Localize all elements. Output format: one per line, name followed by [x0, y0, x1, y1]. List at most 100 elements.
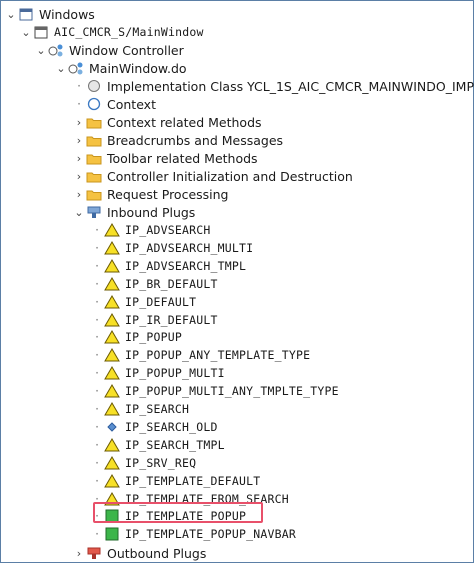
tree-node-label: Breadcrumbs and Messages [107, 132, 284, 148]
leaf-bullet: · [77, 97, 81, 111]
inbound-plug-item[interactable]: · IP_TEMPLATE_POPUP_NAVBAR [91, 525, 296, 543]
expand-icon[interactable]: › [73, 185, 85, 203]
warning-icon [103, 258, 121, 274]
warning-icon [103, 329, 121, 345]
inbound-plug-item[interactable]: · IP_DEFAULT [91, 293, 196, 311]
inbound-plug-item[interactable]: · IP_TEMPLATE_DEFAULT [91, 472, 260, 490]
tree-node-inbound-plugs[interactable]: ⌄ Inbound Plugs [73, 203, 195, 221]
inbound-plug-label: IP_BR_DEFAULT [125, 277, 218, 291]
collapse-icon[interactable]: ⌄ [35, 41, 47, 59]
inbound-plug-label: IP_ADVSEARCH_MULTI [125, 241, 254, 255]
tree-node-label: Windows [39, 6, 95, 22]
inbound-plug-item[interactable]: · IP_SEARCH_OLD [91, 418, 218, 436]
tree-node-label: Context [107, 96, 156, 112]
inbound-plug-label: IP_SEARCH_TMPL [125, 438, 225, 452]
inbound-plug-label: IP_SEARCH_OLD [125, 420, 218, 434]
tree-node-context[interactable]: · Context [73, 95, 156, 113]
outbound-plug-icon [85, 545, 103, 561]
inbound-plug-label: IP_POPUP_MULTI [125, 366, 225, 380]
warning-icon [103, 473, 121, 489]
warning-icon [103, 383, 121, 399]
active-status-icon [103, 526, 121, 542]
inbound-plug-label: IP_ADVSEARCH [125, 223, 211, 237]
inbound-plug-item[interactable]: · IP_SEARCH [91, 400, 189, 418]
window-icon [32, 24, 50, 40]
tree-node-folder[interactable]: › Request Processing [73, 185, 229, 203]
inbound-plug-label: IP_POPUP_MULTI_ANY_TMPLTE_TYPE [125, 384, 339, 398]
tree-node-window-controller[interactable]: ⌄ Window Controller [35, 41, 184, 59]
inbound-plug-label: IP_POPUP [125, 330, 182, 344]
warning-icon [103, 240, 121, 256]
inbound-plug-item[interactable]: · IP_ADVSEARCH [91, 221, 210, 239]
warning-icon [103, 347, 121, 363]
warning-icon [103, 365, 121, 381]
warning-icon [103, 401, 121, 417]
tree-node-windows[interactable]: ⌄ Windows [5, 5, 95, 23]
leaf-bullet: · [95, 402, 99, 416]
inbound-plug-item[interactable]: · IP_SRV_REQ [91, 454, 196, 472]
inbound-plug-label: IP_ADVSEARCH_TMPL [125, 259, 247, 273]
collapse-icon[interactable]: ⌄ [73, 203, 85, 221]
inbound-plug-item[interactable]: · IP_POPUP_MULTI [91, 364, 225, 382]
inbound-plug-label: IP_TEMPLATE_POPUP_NAVBAR [125, 527, 296, 541]
leaf-bullet: · [95, 259, 99, 273]
warning-icon [103, 312, 121, 328]
inbound-plug-label: IP_DEFAULT [125, 295, 197, 309]
warning-icon [103, 276, 121, 292]
inbound-plug-label: IP_SRV_REQ [125, 456, 197, 470]
leaf-bullet: · [95, 313, 99, 327]
window-list-icon [17, 6, 35, 22]
tree-node-outbound-plugs[interactable]: › Outbound Plugs [73, 544, 207, 562]
expand-icon[interactable]: › [73, 544, 85, 562]
leaf-bullet: · [95, 348, 99, 362]
tree-node-label: Outbound Plugs [107, 545, 207, 561]
inbound-plug-item[interactable]: · IP_POPUP [91, 328, 182, 346]
expand-icon[interactable]: › [73, 167, 85, 185]
tree-node-folder[interactable]: › Context related Methods [73, 113, 262, 131]
inbound-plug-label: IP_SEARCH [125, 402, 190, 416]
tree-node-label: Inbound Plugs [107, 204, 196, 220]
folder-icon [85, 114, 103, 130]
tree-node-window[interactable]: ⌄ AIC_CMCR_S/MainWindow [20, 23, 204, 41]
inbound-plug-item[interactable]: · IP_BR_DEFAULT [91, 275, 218, 293]
tree-panel: ⌄ Windows ⌄ AIC_CMCR_S/MainWindow ⌄ Wind… [0, 0, 474, 563]
warning-icon [103, 437, 121, 453]
inbound-plug-item[interactable]: · IP_ADVSEARCH_TMPL [91, 257, 246, 275]
inbound-plug-label: IP_POPUP_ANY_TEMPLATE_TYPE [125, 348, 311, 362]
leaf-bullet: · [95, 366, 99, 380]
inbound-plug-label: IP_TEMPLATE_DEFAULT [125, 474, 261, 488]
leaf-bullet: · [95, 456, 99, 470]
diamond-icon [103, 419, 121, 435]
tree-node-label: Toolbar related Methods [107, 150, 258, 166]
collapse-icon[interactable]: ⌄ [5, 5, 17, 23]
leaf-bullet: · [95, 223, 99, 237]
inbound-plug-label: IP_IR_DEFAULT [125, 313, 218, 327]
view-icon [67, 60, 85, 76]
expand-icon[interactable]: › [73, 149, 85, 167]
inbound-plug-item[interactable]: · IP_POPUP_ANY_TEMPLATE_TYPE [91, 346, 310, 364]
collapse-icon[interactable]: ⌄ [55, 59, 67, 77]
tree-node-label: MainWindow.do [89, 60, 187, 76]
controller-icon [47, 42, 65, 58]
leaf-bullet: · [95, 295, 99, 309]
collapse-icon[interactable]: ⌄ [20, 23, 32, 41]
tree-node-folder[interactable]: › Toolbar related Methods [73, 149, 258, 167]
tree-node-impl-class[interactable]: · Implementation Class YCL_1S_AIC_CMCR_M… [73, 77, 474, 95]
class-icon [85, 78, 103, 94]
inbound-plug-item[interactable]: · IP_POPUP_MULTI_ANY_TMPLTE_TYPE [91, 382, 339, 400]
tree-node-label: Controller Initialization and Destructio… [107, 168, 353, 184]
selection-highlight-box [93, 502, 263, 523]
inbound-plug-item[interactable]: · IP_IR_DEFAULT [91, 311, 218, 329]
tree-node-label: Window Controller [69, 42, 184, 58]
folder-icon [85, 186, 103, 202]
expand-icon[interactable]: › [73, 131, 85, 149]
leaf-bullet: · [95, 527, 99, 541]
tree-node-mainwindow-do[interactable]: ⌄ MainWindow.do [55, 59, 187, 77]
tree-node-folder[interactable]: › Breadcrumbs and Messages [73, 131, 283, 149]
expand-icon[interactable]: › [73, 113, 85, 131]
tree-node-folder[interactable]: › Controller Initialization and Destruct… [73, 167, 353, 185]
warning-icon [103, 222, 121, 238]
inbound-plug-item[interactable]: · IP_SEARCH_TMPL [91, 436, 225, 454]
inbound-plug-item[interactable]: · IP_ADVSEARCH_MULTI [91, 239, 253, 257]
tree-node-label: AIC_CMCR_S/MainWindow [54, 25, 204, 39]
